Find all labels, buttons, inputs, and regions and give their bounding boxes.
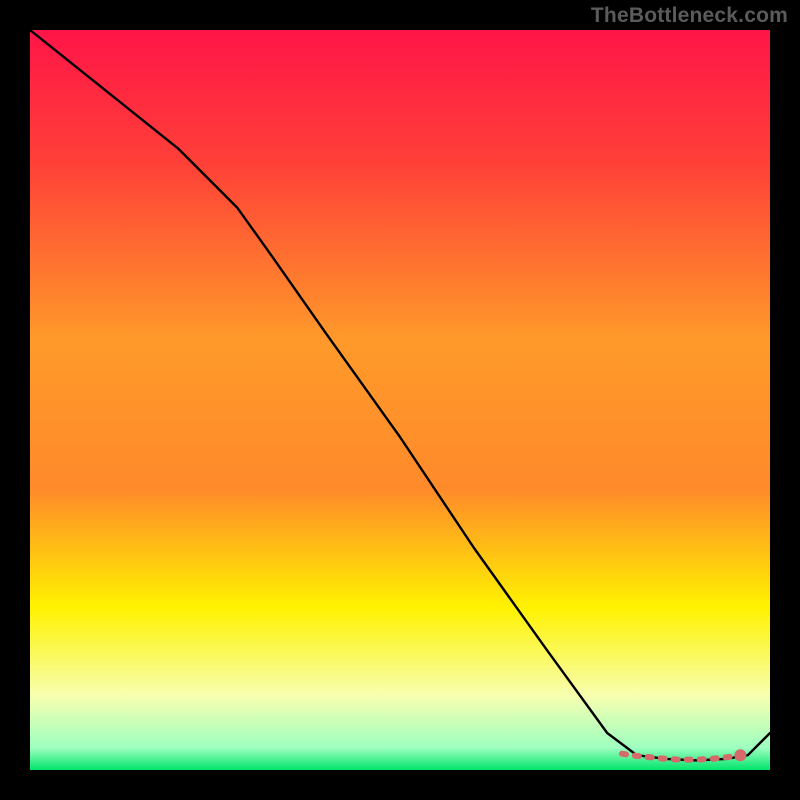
marker-point (734, 749, 746, 761)
watermark-text: TheBottleneck.com (591, 4, 788, 28)
chart-frame: TheBottleneck.com (0, 0, 800, 800)
gradient-background (30, 30, 770, 770)
chart-svg (30, 30, 770, 770)
